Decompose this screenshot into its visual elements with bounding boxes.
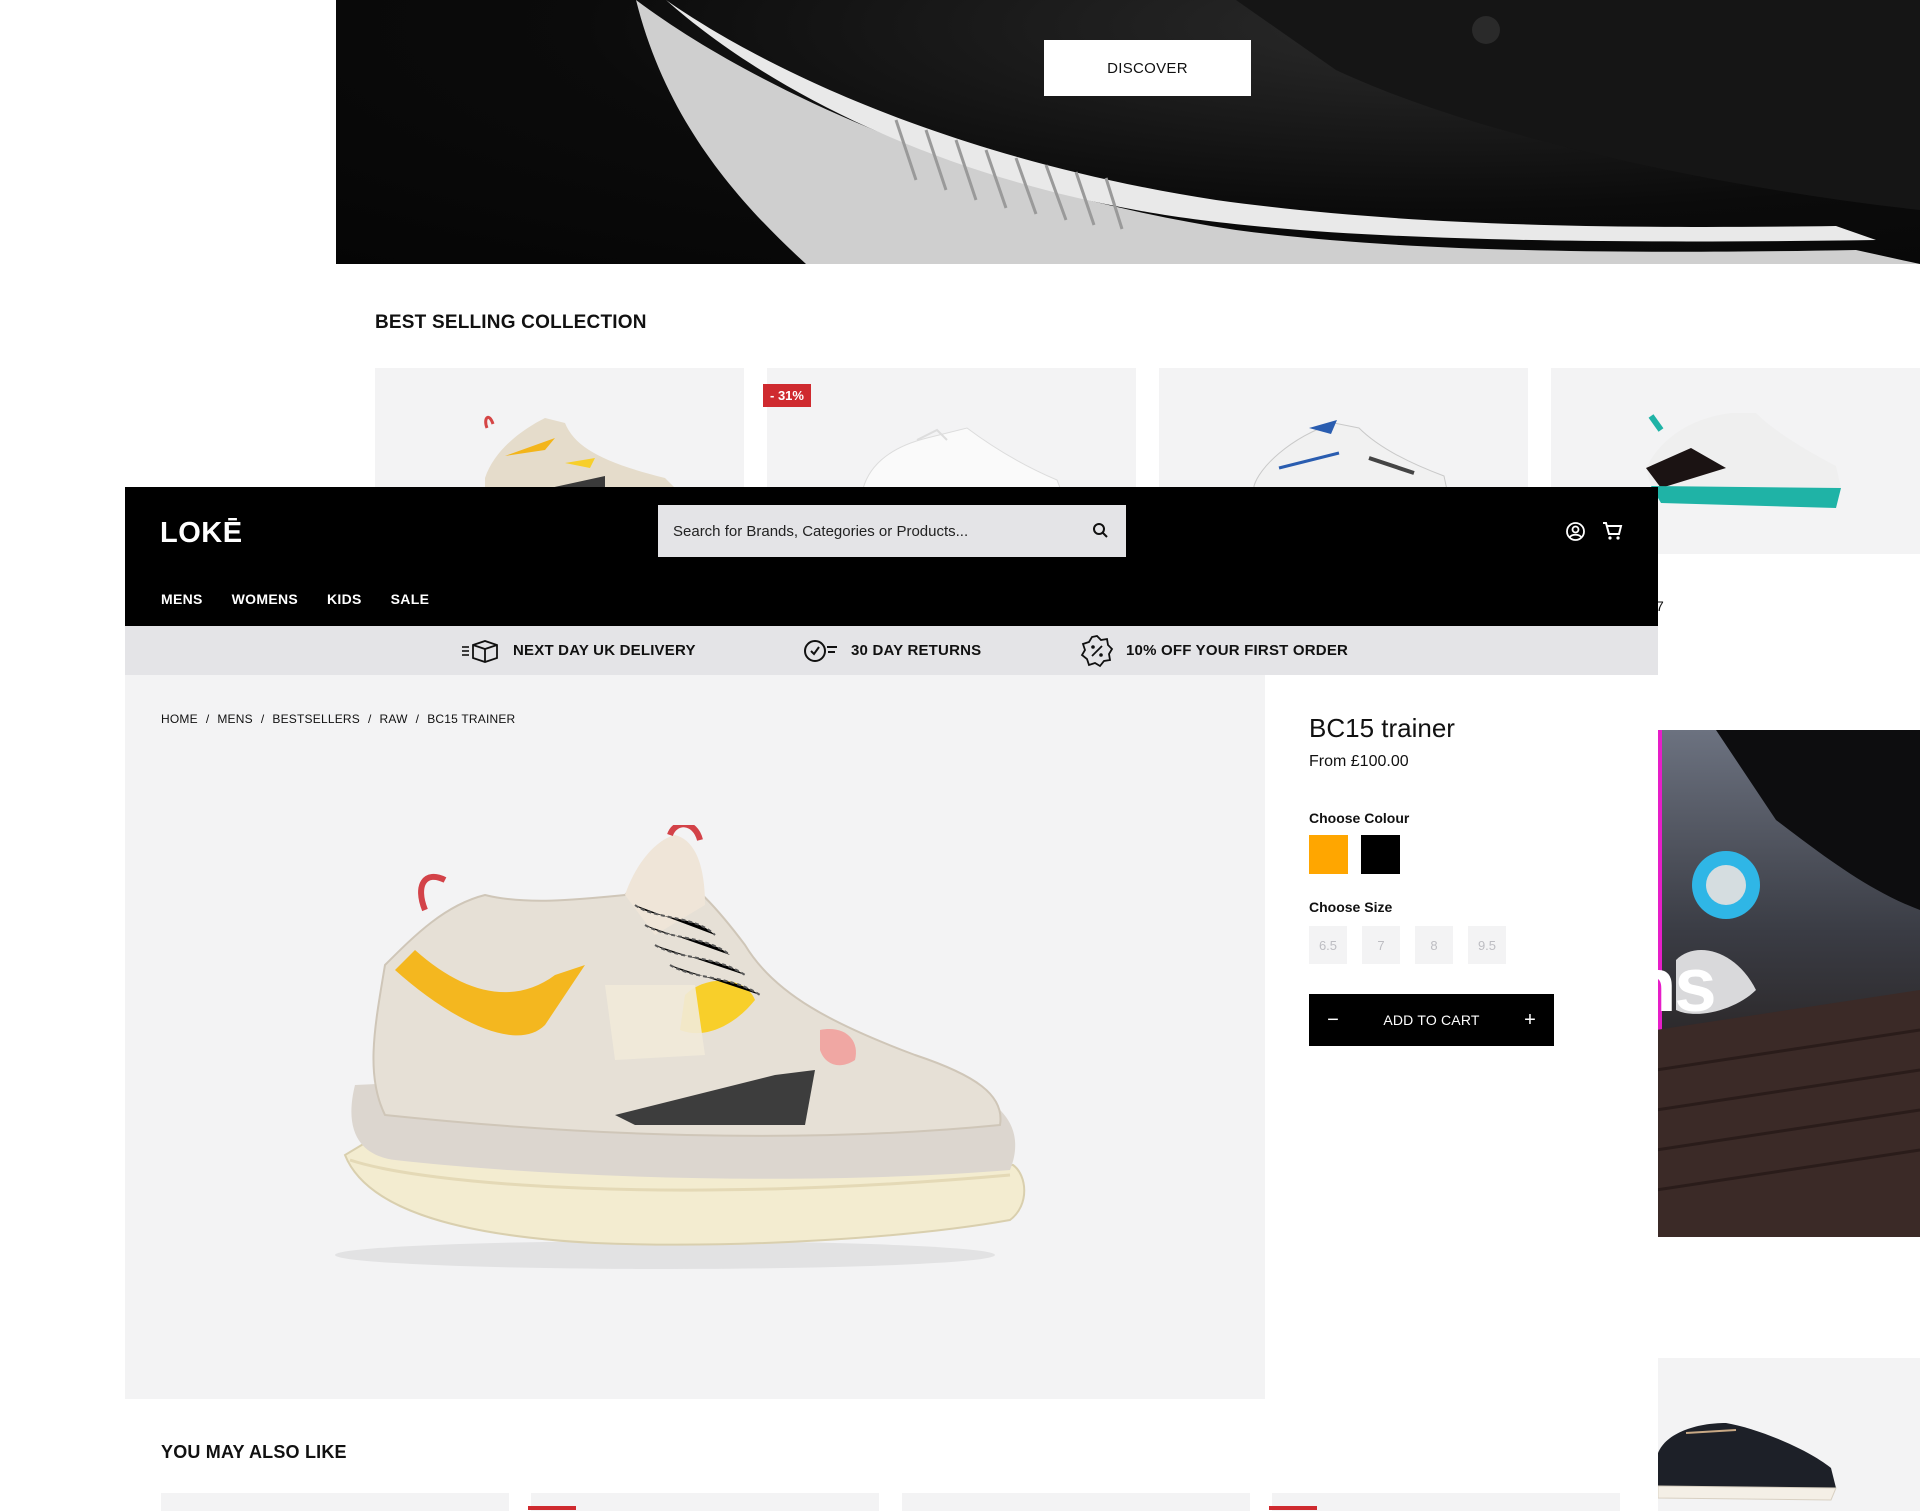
breadcrumb-separator: / (415, 712, 420, 726)
breadcrumb: HOME / MENS / BESTSELLERS / RAW / BC15 T… (161, 712, 515, 726)
search-input[interactable] (658, 505, 1078, 557)
site-logo[interactable]: LOKĒ (160, 517, 243, 550)
add-to-cart-control: − ADD TO CART + (1309, 994, 1554, 1046)
main-nav: MENS WOMENS KIDS SALE (161, 591, 429, 607)
breadcrumb-item[interactable]: BESTSELLERS (272, 712, 360, 726)
cart-icon[interactable] (1601, 520, 1623, 542)
breadcrumb-item[interactable]: RAW (380, 712, 408, 726)
breadcrumb-item[interactable]: HOME (161, 712, 198, 726)
site-header: LOKĒ MENS WOMENS KIDS SALE (125, 487, 1658, 626)
quantity-increase-button[interactable]: + (1522, 1010, 1538, 1030)
delivery-box-icon (462, 639, 498, 663)
colour-swatch-black[interactable] (1361, 835, 1400, 874)
search-box[interactable] (658, 505, 1126, 557)
discount-badge (1269, 1506, 1317, 1510)
size-label: Choose Size (1309, 899, 1393, 915)
related-products-title: YOU MAY ALSO LIKE (161, 1442, 347, 1462)
returns-clock-icon (804, 639, 837, 662)
usp-label: NEXT DAY UK DELIVERY (513, 642, 696, 659)
colour-swatch-orange[interactable] (1309, 835, 1348, 874)
related-product-card[interactable] (902, 1493, 1250, 1511)
product-price: From £100.00 (1309, 753, 1409, 770)
nav-item-sale[interactable]: SALE (391, 591, 430, 607)
breadcrumb-current: BC15 TRAINER (427, 712, 516, 726)
usp-label: 10% OFF YOUR FIRST ORDER (1126, 642, 1349, 659)
account-icon[interactable] (1565, 521, 1586, 542)
quantity-decrease-button[interactable]: − (1325, 1010, 1341, 1030)
discount-badge (528, 1506, 576, 1510)
breadcrumb-item[interactable]: MENS (217, 712, 252, 726)
size-option[interactable]: 8 (1415, 926, 1453, 964)
breadcrumb-separator: / (367, 712, 372, 726)
related-product-card[interactable] (1272, 1493, 1620, 1511)
nav-item-womens[interactable]: WOMENS (232, 591, 298, 607)
breadcrumb-separator: / (260, 712, 265, 726)
product-title: BC15 trainer (1309, 713, 1455, 743)
usp-returns: 30 DAY RETURNS (803, 626, 981, 675)
product-page-window: LOKĒ MENS WOMENS KIDS SALE (125, 487, 1658, 1511)
product-gallery: HOME / MENS / BESTSELLERS / RAW / BC15 T… (125, 675, 1265, 1399)
usp-discount: 10% OFF YOUR FIRST ORDER (1080, 626, 1348, 675)
related-product-card[interactable] (531, 1493, 879, 1511)
discount-badge: - 31% (763, 384, 811, 407)
size-option[interactable]: 9.5 (1468, 926, 1506, 964)
nav-item-mens[interactable]: MENS (161, 591, 203, 607)
search-icon[interactable] (1092, 522, 1110, 540)
discover-button[interactable]: DISCOVER (1044, 40, 1251, 96)
size-option[interactable]: 6.5 (1309, 926, 1347, 964)
discount-badge-icon (1080, 634, 1114, 667)
colour-label: Choose Colour (1309, 810, 1410, 826)
product-thumbnail[interactable] (1656, 1358, 1920, 1511)
best-selling-title: BEST SELLING COLLECTION (375, 312, 647, 333)
add-to-cart-button[interactable]: ADD TO CART (1383, 1012, 1479, 1028)
main-product-image (335, 825, 1026, 1269)
sneaker-thumbnail (1657, 1423, 1837, 1501)
related-product-card[interactable] (161, 1493, 509, 1511)
usp-label: 30 DAY RETURNS (851, 642, 982, 659)
size-option[interactable]: 7 (1362, 926, 1400, 964)
nav-item-kids[interactable]: KIDS (327, 591, 362, 607)
breadcrumb-separator: / (205, 712, 210, 726)
usp-delivery: NEXT DAY UK DELIVERY (461, 626, 696, 675)
usp-bar: NEXT DAY UK DELIVERY 30 DAY RETURNS 10% … (125, 626, 1658, 675)
